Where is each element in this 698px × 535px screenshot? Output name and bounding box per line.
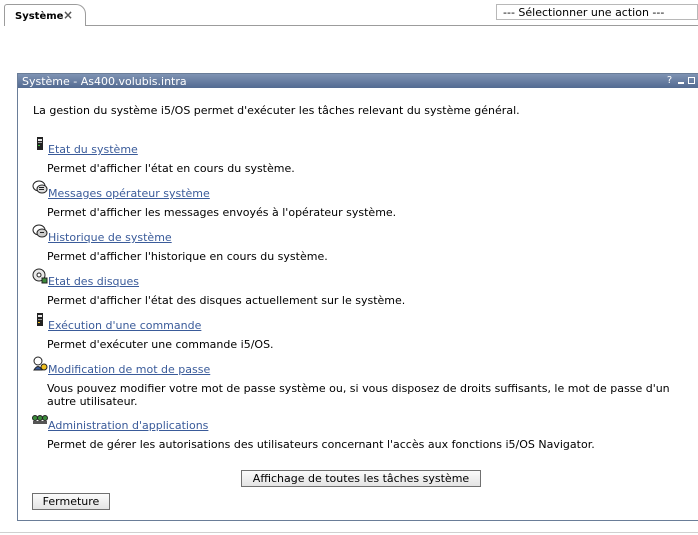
task-item: Historique de système Permet d'afficher … [32,224,692,263]
task-item: Exécution d'une commande Permet d'exécut… [32,313,692,351]
intro-text: La gestion du système i5/OS permet d'exé… [33,104,520,117]
task-item: Administration d'applications Permet de … [32,415,692,451]
portlet-title: Système - As400.volubis.intra [22,75,187,88]
task-description: Permet d'afficher les messages envoyés à… [47,206,397,219]
history-icon [32,224,48,238]
link-historique[interactable]: Historique de système [48,231,172,244]
portlet: Système - As400.volubis.intra ? La gesti… [17,73,698,521]
task-item: Etat des disques Permet d'afficher l'éta… [32,268,692,307]
link-modification-mot-de-passe[interactable]: Modification de mot de passe [48,363,210,376]
close-button[interactable]: Fermeture [32,493,110,510]
task-description: Vous pouvez modifier votre mot de passe … [47,382,670,408]
maximize-icon[interactable] [687,75,696,86]
task-description: Permet d'exécuter une commande i5/OS. [47,338,274,351]
tab-divider [86,25,698,26]
show-all-tasks-button[interactable]: Affichage de toutes les tâches système [241,470,481,487]
task-item: Etat du système Permet d'afficher l'état… [32,137,692,175]
app-admin-icon [32,415,48,424]
task-description: Permet d'afficher l'état en cours du sys… [47,162,295,175]
help-icon[interactable]: ? [665,75,674,86]
task-description: Permet d'afficher l'historique en cours … [47,250,328,263]
run-command-icon [37,313,43,326]
link-execution-commande[interactable]: Exécution d'une commande [48,319,201,332]
password-icon [33,356,48,371]
link-etat-systeme[interactable]: Etat du système [48,143,138,156]
link-administration-applications[interactable]: Administration d'applications [48,419,208,432]
tab-systeme[interactable]: Système × [4,4,86,26]
messages-icon [32,180,48,194]
task-item: Modification de mot de passe Vous pouvez… [32,356,692,408]
system-status-icon [37,137,43,150]
link-messages-operateur[interactable]: Messages opérateur système [48,187,210,200]
tab-label[interactable]: Système [15,11,63,22]
bottom-divider [0,532,698,533]
link-etat-disques[interactable]: Etat des disques [48,275,139,288]
minimize-icon[interactable] [676,75,685,86]
action-select[interactable]: --- Sélectionner une action --- [496,4,698,20]
close-icon[interactable]: × [63,9,73,21]
task-item: Messages opérateur système Permet d'affi… [32,180,692,219]
task-description: Permet de gérer les autorisations des ut… [47,438,595,451]
task-description: Permet d'afficher l'état des disques act… [47,294,406,307]
portlet-titlebar: Système - As400.volubis.intra ? [18,74,698,88]
tab-bar: Système × --- Sélectionner une action --… [0,0,698,26]
disk-status-icon [32,268,48,284]
